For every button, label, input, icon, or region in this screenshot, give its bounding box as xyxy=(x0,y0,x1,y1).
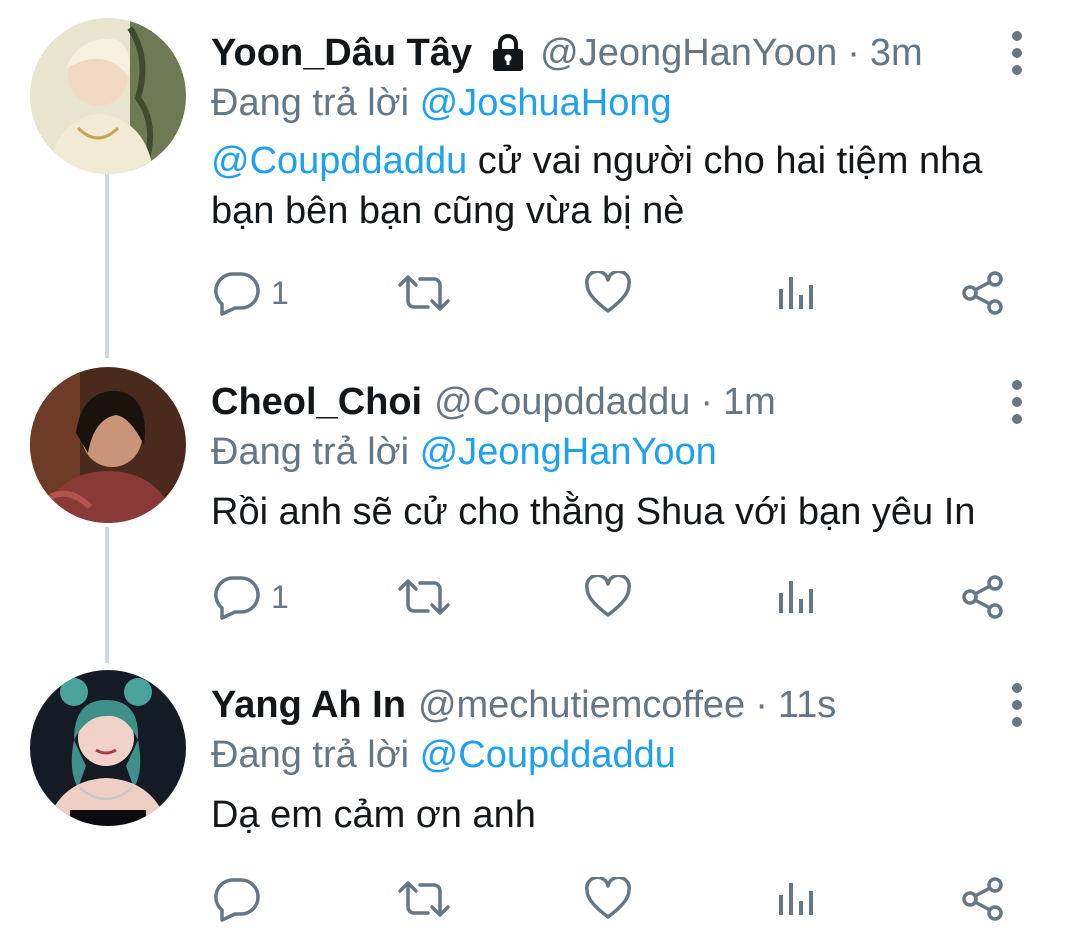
body-mention[interactable]: @Coupddaddu xyxy=(211,140,467,182)
share-icon xyxy=(962,271,1003,315)
like-icon xyxy=(585,271,631,313)
tweet-text: Dạ em cảm ơn anh xyxy=(211,790,1051,840)
tweet-header: Cheol_Choi @Coupddaddu · 1m xyxy=(211,377,776,427)
body-text: Rồi anh sẽ cử cho thằng Shua với bạn yêu… xyxy=(211,491,976,533)
replying-to-line: Đang trả lời @JeongHanYoon xyxy=(211,427,717,477)
share-icon xyxy=(962,575,1003,619)
reply-icon xyxy=(214,272,260,316)
reply-count: 1 xyxy=(271,578,289,615)
more-options-icon[interactable] xyxy=(1000,377,1034,427)
avatar[interactable] xyxy=(30,18,186,174)
share-button[interactable] xyxy=(961,268,1005,318)
like-button[interactable] xyxy=(584,572,632,622)
reply-button[interactable]: 1 xyxy=(213,268,289,318)
replying-prefix: Đang trả lời xyxy=(211,82,410,124)
avatar-image xyxy=(30,367,186,523)
action-bar: 1 xyxy=(0,572,1080,622)
separator-dot: · xyxy=(847,32,860,74)
display-name[interactable]: Yang Ah In xyxy=(211,680,406,730)
tweet-text: Rồi anh sẽ cử cho thằng Shua với bạn yêu… xyxy=(211,487,1051,537)
separator-dot: · xyxy=(755,684,768,726)
analytics-button[interactable] xyxy=(776,268,816,318)
share-button[interactable] xyxy=(961,572,1005,622)
action-bar: 1 xyxy=(0,268,1080,318)
tweet[interactable]: Yoon_Dâu Tây @JeongHanYoon · 3m Đang trả… xyxy=(0,18,1080,318)
replying-to-mention[interactable]: @JoshuaHong xyxy=(420,82,672,124)
replying-to-line: Đang trả lời @Coupddaddu xyxy=(211,730,676,780)
replying-to-mention[interactable]: @JeongHanYoon xyxy=(420,431,717,473)
like-button[interactable] xyxy=(584,268,632,318)
replying-prefix: Đang trả lời xyxy=(211,734,410,776)
share-button[interactable] xyxy=(961,874,1005,924)
timestamp[interactable]: 1m xyxy=(723,377,776,427)
more-options-icon[interactable] xyxy=(1000,680,1034,730)
tweet[interactable]: Yang Ah In @mechutiemcoffee · 11s Đang t… xyxy=(0,670,1080,930)
reply-count: 1 xyxy=(271,274,289,311)
avatar-image xyxy=(30,670,186,826)
replying-to-mention[interactable]: @Coupddaddu xyxy=(420,734,676,776)
display-name[interactable]: Yoon_Dâu Tây xyxy=(211,28,472,78)
analytics-button[interactable] xyxy=(776,874,816,924)
reply-button[interactable]: 1 xyxy=(213,572,289,622)
display-name[interactable]: Cheol_Choi xyxy=(211,377,422,427)
reply-button[interactable] xyxy=(213,874,271,924)
more-options-icon[interactable] xyxy=(1000,28,1034,78)
replying-to-line: Đang trả lời @JoshuaHong xyxy=(211,78,672,128)
like-button[interactable] xyxy=(584,874,632,924)
analytics-icon xyxy=(779,277,813,309)
share-icon xyxy=(962,877,1003,921)
reply-icon xyxy=(214,878,260,922)
username-handle[interactable]: @JeongHanYoon xyxy=(540,28,837,78)
retweet-button[interactable] xyxy=(396,572,452,622)
avatar[interactable] xyxy=(30,367,186,523)
retweet-button[interactable] xyxy=(396,268,452,318)
retweet-button[interactable] xyxy=(396,874,452,924)
retweet-icon xyxy=(398,579,450,615)
timestamp[interactable]: 11s xyxy=(778,680,836,730)
analytics-icon xyxy=(779,581,813,613)
retweet-icon xyxy=(398,275,450,311)
tweet-header: Yang Ah In @mechutiemcoffee · 11s xyxy=(211,680,836,730)
separator-dot: · xyxy=(700,381,714,423)
action-bar xyxy=(0,874,1080,924)
retweet-icon xyxy=(398,881,450,917)
username-handle[interactable]: @Coupddaddu xyxy=(434,377,690,427)
username-handle[interactable]: @mechutiemcoffee xyxy=(418,680,745,730)
avatar[interactable] xyxy=(30,670,186,826)
avatar-image xyxy=(30,18,186,174)
tweet[interactable]: Cheol_Choi @Coupddaddu · 1m Đang trả lời… xyxy=(0,367,1080,627)
like-icon xyxy=(585,877,631,919)
reply-icon xyxy=(214,576,260,620)
tweet-header: Yoon_Dâu Tây @JeongHanYoon · 3m xyxy=(211,28,923,78)
like-icon xyxy=(585,575,631,617)
lock-icon xyxy=(490,33,526,73)
replying-prefix: Đang trả lời xyxy=(211,431,410,473)
timestamp[interactable]: 3m xyxy=(870,28,923,78)
analytics-button[interactable] xyxy=(776,572,816,622)
body-text: Dạ em cảm ơn anh xyxy=(211,794,536,836)
tweet-text: @Coupddaddu cử vai người cho hai tiệm nh… xyxy=(211,136,1051,236)
analytics-icon xyxy=(779,883,813,915)
